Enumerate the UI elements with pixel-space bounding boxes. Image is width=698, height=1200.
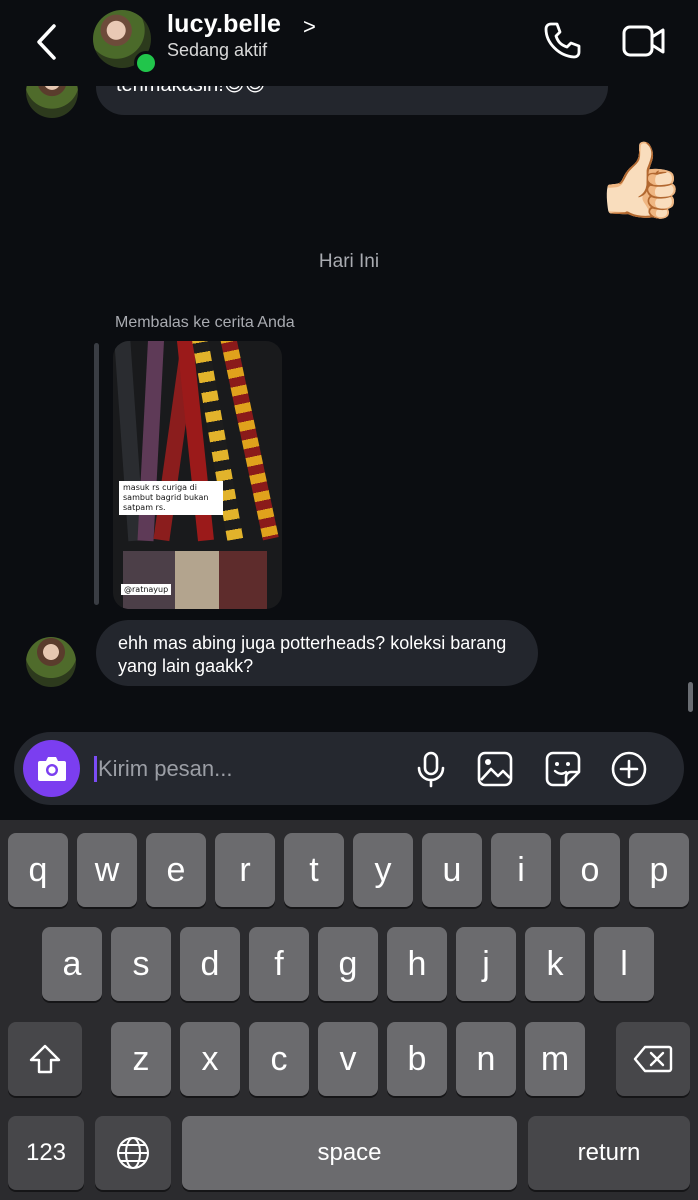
- key-m[interactable]: m: [525, 1022, 585, 1096]
- key-l[interactable]: l: [594, 927, 654, 1001]
- message-text: ehh mas abing juga potterheads? koleksi …: [118, 633, 507, 676]
- active-status: Sedang aktif: [167, 40, 268, 60]
- keyboard: q w e r t y u i o p a s d f g h j k l z …: [0, 820, 698, 1200]
- key-b[interactable]: b: [387, 1022, 447, 1096]
- key-o[interactable]: o: [560, 833, 620, 907]
- message-composer: [14, 732, 684, 805]
- date-separator: Hari Ini: [318, 251, 380, 272]
- numbers-key[interactable]: 123: [8, 1116, 84, 1190]
- key-u[interactable]: u: [422, 833, 482, 907]
- plus-circle-icon[interactable]: [610, 750, 648, 788]
- key-w[interactable]: w: [77, 833, 137, 907]
- story-card: [219, 551, 267, 609]
- username[interactable]: lucy.belle: [167, 10, 281, 39]
- key-c[interactable]: c: [249, 1022, 309, 1096]
- video-call-icon[interactable]: [622, 22, 666, 60]
- shift-arrow-icon: [29, 1044, 61, 1074]
- thumbs-up-emoji-message[interactable]: 👍🏻: [594, 143, 686, 217]
- message-bubble-received[interactable]: ehh mas abing juga potterheads? koleksi …: [96, 620, 538, 686]
- key-k[interactable]: k: [525, 927, 585, 1001]
- backspace-icon: [633, 1045, 673, 1073]
- key-s[interactable]: s: [111, 927, 171, 1001]
- key-v[interactable]: v: [318, 1022, 378, 1096]
- key-h[interactable]: h: [387, 927, 447, 1001]
- key-q[interactable]: q: [8, 833, 68, 907]
- gallery-image-icon[interactable]: [476, 750, 514, 788]
- microphone-icon[interactable]: [412, 750, 450, 788]
- back-arrow-icon[interactable]: [30, 20, 64, 64]
- key-i[interactable]: i: [491, 833, 551, 907]
- chat-header: lucy.belle > Sedang aktif: [0, 0, 698, 86]
- reply-indicator-bar: [94, 343, 99, 605]
- message-input[interactable]: [96, 750, 400, 788]
- sticker-icon[interactable]: [544, 750, 582, 788]
- scrollbar[interactable]: [688, 682, 693, 712]
- sender-avatar[interactable]: [26, 637, 76, 687]
- return-key[interactable]: return: [528, 1116, 690, 1190]
- story-tag: @ratnayup: [121, 584, 172, 595]
- key-a[interactable]: a: [42, 927, 102, 1001]
- story-card: [175, 551, 219, 609]
- phone-call-icon[interactable]: [542, 20, 582, 60]
- chevron-right-icon[interactable]: >: [303, 14, 316, 40]
- camera-button[interactable]: [23, 740, 80, 797]
- key-g[interactable]: g: [318, 927, 378, 1001]
- key-j[interactable]: j: [456, 927, 516, 1001]
- space-key[interactable]: space: [182, 1116, 517, 1190]
- story-caption: masuk rs curiga di sambut bagrid bukan s…: [119, 481, 223, 515]
- key-t[interactable]: t: [284, 833, 344, 907]
- story-card: [123, 551, 175, 609]
- backspace-key[interactable]: [616, 1022, 690, 1096]
- key-y[interactable]: y: [353, 833, 413, 907]
- key-d[interactable]: d: [180, 927, 240, 1001]
- key-p[interactable]: p: [629, 833, 689, 907]
- key-f[interactable]: f: [249, 927, 309, 1001]
- key-z[interactable]: z: [111, 1022, 171, 1096]
- globe-icon: [117, 1137, 149, 1169]
- key-n[interactable]: n: [456, 1022, 516, 1096]
- camera-icon: [38, 757, 66, 781]
- key-x[interactable]: x: [180, 1022, 240, 1096]
- globe-key[interactable]: [95, 1116, 171, 1190]
- story-thumbnail[interactable]: masuk rs curiga di sambut bagrid bukan s…: [113, 341, 282, 609]
- key-r[interactable]: r: [215, 833, 275, 907]
- online-status-dot: [134, 51, 158, 75]
- shift-key[interactable]: [8, 1022, 82, 1096]
- reply-to-story-label: Membalas ke cerita Anda: [115, 314, 295, 331]
- key-e[interactable]: e: [146, 833, 206, 907]
